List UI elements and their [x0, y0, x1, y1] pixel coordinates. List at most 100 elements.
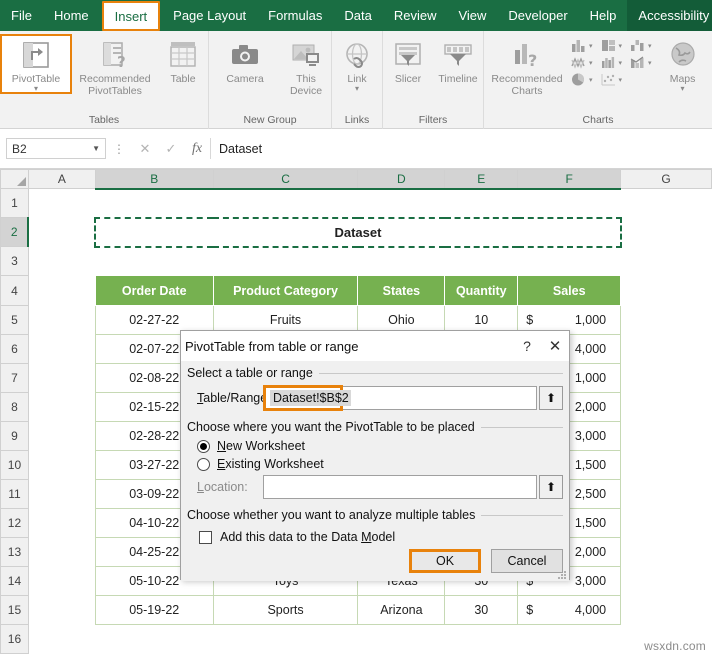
bar-chart-button[interactable]: ▾	[600, 38, 623, 53]
cell-g9[interactable]	[620, 421, 712, 451]
chevron-down-icon[interactable]: ▾	[589, 76, 593, 84]
cell-a6[interactable]	[28, 334, 96, 364]
close-icon[interactable]: ✕	[541, 332, 569, 360]
tab-developer[interactable]: Developer	[497, 0, 578, 31]
recommended-charts-button[interactable]: ? Recommended Charts	[484, 34, 570, 98]
dialog-resize-grip[interactable]	[557, 570, 567, 580]
cell-g2[interactable]	[620, 217, 712, 247]
cell-f1[interactable]	[517, 188, 621, 218]
cell-g7[interactable]	[620, 363, 712, 393]
chevron-down-icon[interactable]: ▾	[648, 42, 652, 50]
scatter-chart-button[interactable]: ▾	[600, 72, 623, 87]
row-header-9[interactable]: 9	[0, 421, 29, 451]
collapse-dialog-icon[interactable]: ⬆	[539, 386, 563, 410]
chevron-down-icon[interactable]: ▾	[648, 59, 652, 67]
cell-a1[interactable]	[28, 188, 96, 218]
waterfall-chart-button[interactable]: ▾	[629, 38, 652, 53]
cell-g8[interactable]	[620, 392, 712, 422]
row-header-1[interactable]: 1	[0, 188, 29, 218]
cell-a11[interactable]	[28, 479, 96, 509]
cell-e1[interactable]	[444, 188, 518, 218]
cell-a14[interactable]	[28, 566, 96, 596]
name-box[interactable]: B2 ▼	[6, 138, 106, 159]
radio-new-worksheet[interactable]: New Worksheet	[185, 437, 565, 455]
maps-button[interactable]: Maps ▾	[658, 34, 708, 92]
combo-chart-button[interactable]: ▾	[629, 55, 652, 70]
dialog-title-bar[interactable]: PivotTable from table or range ? ✕	[181, 331, 569, 361]
cell-a3[interactable]	[28, 246, 96, 276]
column-chart-button[interactable]: ▾	[570, 38, 593, 53]
cell-a12[interactable]	[28, 508, 96, 538]
tab-view[interactable]: View	[447, 0, 497, 31]
table-header-sales[interactable]: Sales	[517, 275, 622, 306]
chevron-down-icon[interactable]: ▾	[589, 59, 593, 67]
table-button[interactable]: Table	[158, 34, 208, 86]
cell-g10[interactable]	[620, 450, 712, 480]
table-range-input[interactable]: Dataset!$B$2	[263, 385, 351, 411]
radio-button-icon[interactable]	[197, 457, 210, 471]
cell-order-date[interactable]: 05-19-22	[94, 595, 214, 625]
slicer-button[interactable]: Slicer	[383, 34, 433, 86]
row-header-3[interactable]: 3	[0, 246, 29, 276]
tab-help[interactable]: Help	[579, 0, 628, 31]
this-device-button[interactable]: This Device	[281, 34, 331, 98]
cell-states[interactable]: Arizona	[357, 595, 446, 625]
tab-file[interactable]: File	[0, 0, 43, 31]
cancel-button[interactable]: Cancel	[491, 549, 563, 573]
cell-a10[interactable]	[28, 450, 96, 480]
checkbox-icon[interactable]	[199, 530, 212, 544]
cell-c1[interactable]	[213, 188, 358, 218]
cell-a5[interactable]	[28, 305, 96, 335]
row-header-16[interactable]: 16	[0, 624, 29, 654]
row-header-15[interactable]: 15	[0, 595, 29, 625]
cell-b16[interactable]	[95, 624, 621, 654]
line-chart-button[interactable]: ▾	[570, 55, 593, 70]
formula-input[interactable]: Dataset	[210, 138, 712, 159]
checkbox-data-model-row[interactable]: Add this data to the Data Model	[185, 525, 565, 546]
cell-b1[interactable]	[95, 188, 214, 218]
row-header-5[interactable]: 5	[0, 305, 29, 335]
chevron-down-icon[interactable]: ▾	[355, 84, 359, 92]
column-header-c[interactable]: C	[212, 169, 359, 190]
chevron-down-icon[interactable]: ▾	[619, 59, 623, 67]
row-header-10[interactable]: 10	[0, 450, 29, 480]
recommended-pivottables-button[interactable]: ? Recommended PivotTables	[72, 34, 158, 98]
location-input[interactable]	[263, 475, 537, 499]
cell-b3[interactable]	[95, 246, 621, 276]
cell-g3[interactable]	[620, 246, 712, 276]
timeline-button[interactable]: Timeline	[433, 34, 483, 86]
pie-chart-button[interactable]: ▾	[570, 72, 593, 87]
ok-button[interactable]: OK	[409, 549, 481, 573]
column-header-a[interactable]: A	[27, 169, 96, 189]
chevron-down-icon[interactable]: ▼	[92, 144, 100, 153]
cell-a15[interactable]	[28, 595, 96, 625]
table-header-order-date[interactable]: Order Date	[94, 275, 214, 306]
chevron-down-icon[interactable]: ▾	[619, 42, 623, 50]
insert-function-icon[interactable]: fx	[184, 138, 210, 160]
row-header-7[interactable]: 7	[0, 363, 29, 393]
histogram-chart-button[interactable]: ▾	[600, 55, 623, 70]
tab-home[interactable]: Home	[43, 0, 100, 31]
row-header-13[interactable]: 13	[0, 537, 29, 567]
radio-button-icon[interactable]	[197, 439, 210, 453]
cell-g13[interactable]	[620, 537, 712, 567]
row-header-14[interactable]: 14	[0, 566, 29, 596]
chevron-down-icon[interactable]: ▾	[34, 84, 38, 92]
cell-g1[interactable]	[620, 188, 712, 218]
table-range-input-rest[interactable]	[343, 386, 537, 410]
tab-data[interactable]: Data	[333, 0, 382, 31]
radio-existing-worksheet[interactable]: Existing Worksheet	[185, 455, 565, 473]
cell-a7[interactable]	[28, 363, 96, 393]
chevron-down-icon[interactable]: ▾	[589, 42, 593, 50]
cell-d1[interactable]	[357, 188, 445, 218]
row-header-4[interactable]: 4	[0, 275, 29, 306]
cell-a4[interactable]	[28, 275, 96, 306]
row-header-12[interactable]: 12	[0, 508, 29, 538]
help-question-icon[interactable]: ?	[513, 332, 541, 360]
cell-a16[interactable]	[28, 624, 96, 654]
chevron-down-icon[interactable]: ▾	[619, 76, 623, 84]
cell-g12[interactable]	[620, 508, 712, 538]
cell-g4[interactable]	[620, 275, 712, 306]
tab-insert[interactable]: Insert	[101, 1, 161, 31]
column-header-g[interactable]: G	[620, 169, 712, 189]
